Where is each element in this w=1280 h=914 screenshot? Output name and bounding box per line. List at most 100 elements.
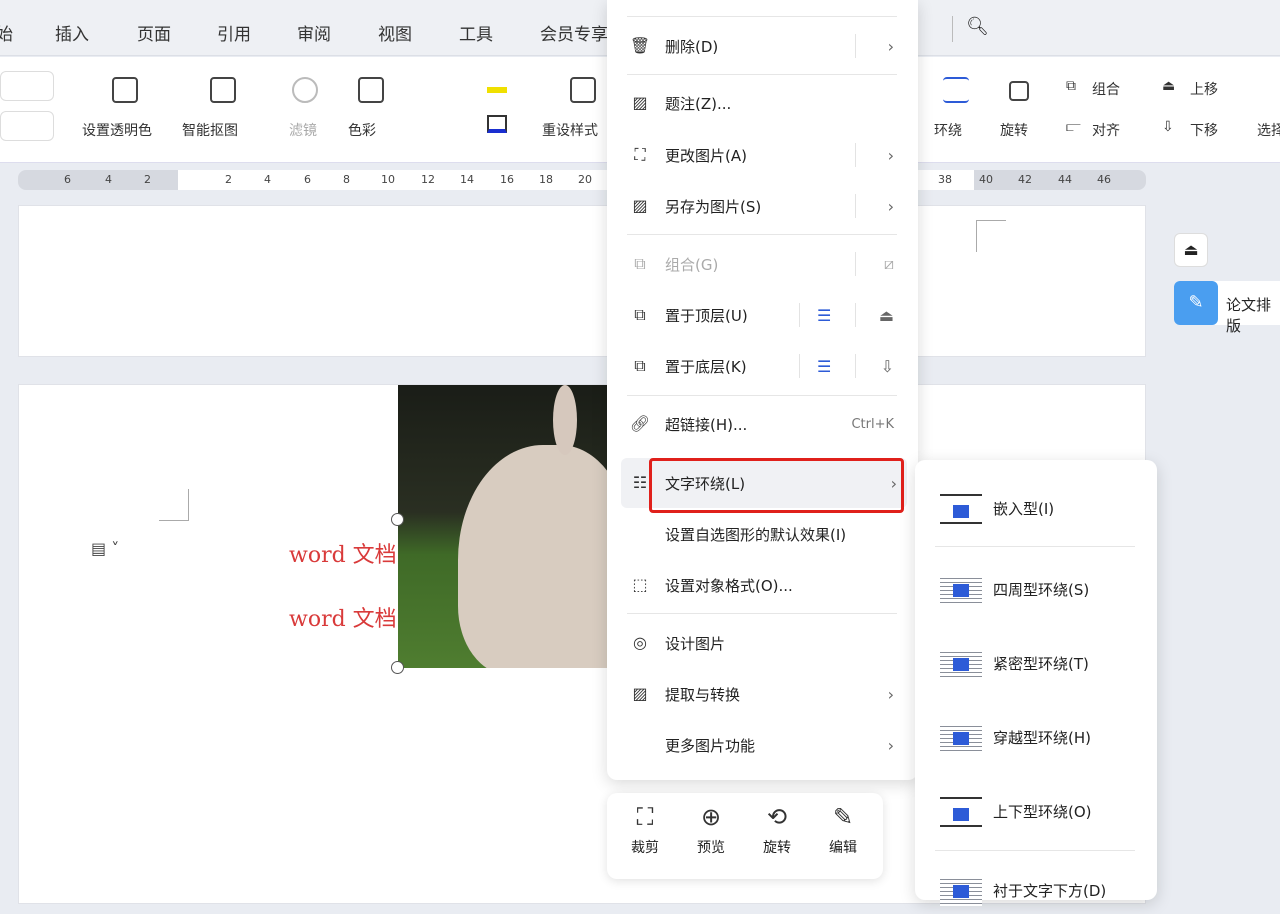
menu-item-hyperlink[interactable]: 🔗︎ 超链接(H)... Ctrl+K [607,404,918,444]
menu-item-save-as-image[interactable]: ▨ 另存为图片(S) › [607,186,918,226]
transparent-color-icon [112,77,138,103]
menu-item-design-image[interactable]: ◎ 设计图片 [607,623,918,663]
preview-button[interactable]: ⊕ 预览 [681,803,741,857]
menu-item-change-image[interactable]: ⛶ 更改图片(A) › [607,135,918,175]
menu-label: 置于顶层(U) [665,306,748,325]
menu-label: 组合(G) [665,255,719,274]
tab-member[interactable]: 会员专享 [540,20,608,45]
height-spinner[interactable] [0,111,54,141]
shortcut-label: Ctrl+K [851,416,894,432]
menu-item-more-image-features[interactable]: 更多图片功能 › [607,725,918,765]
image-quick-toolbar: ⛶ 裁剪 ⊕ 预览 ⟲ 旋转 ✎ 编辑 [607,793,883,879]
menu-item-text-wrap[interactable]: ☷ 文字环绕(L) › [621,458,907,513]
ruler-tick: 46 [1097,173,1111,186]
ruler-tick: 14 [460,173,474,186]
wrap-behind-text[interactable]: 衬于文字下方(D) [915,864,1157,914]
crop-label: 裁剪 [631,840,659,856]
rotate-label: 旋转 [763,840,791,856]
menu-item-group[interactable]: ⧉ 组合(G) ⧄ [607,244,918,284]
wrap-tight[interactable]: 紧密型环绕(T) [915,637,1157,687]
search-icon[interactable]: 🔍︎ [966,16,989,37]
resize-handle[interactable] [391,513,404,526]
ruler-tick: 20 [578,173,592,186]
menu-item-extract-convert[interactable]: ▨ 提取与转换 › [607,674,918,714]
paragraph-layout-icon[interactable]: ▤ ˅ [91,539,119,558]
image-caption-icon: ▨ [632,93,648,112]
edit-label: 编辑 [829,840,857,856]
send-below-text-icon[interactable]: ☰ [817,357,831,376]
wrap-button[interactable]: 环绕 [934,120,962,140]
bring-front-icon: ⧉ [634,305,646,324]
ruler-tick: 38 [938,173,952,186]
ruler-tick: 40 [979,173,993,186]
edit-image-icon: ✎ [832,803,854,831]
menu-label: 更改图片(A) [665,146,747,165]
wrap-icon [943,77,969,103]
menu-label: 题注(Z)... [665,94,732,113]
submenu-label: 四周型环绕(S) [993,581,1090,599]
horizontal-ruler[interactable]: 6 4 2 2 4 6 8 10 12 14 16 18 20 38 40 42… [18,170,1146,190]
rabbit-image[interactable] [398,385,608,668]
menu-item-default-shape-effect[interactable]: 设置自选图形的默认效果(I) [607,514,918,554]
send-backward-icon[interactable]: ⇩ [881,357,894,376]
move-down-button[interactable]: 下移 [1190,120,1218,140]
change-image-icon: ⛶ [634,145,646,164]
rotate-icon [1009,81,1029,101]
move-down-icon: ⇩ [1162,119,1174,135]
tab-review[interactable]: 审阅 [297,20,331,45]
bring-forward-icon[interactable]: ⏏ [879,306,894,325]
menu-item-send-to-back[interactable]: ⧉ 置于底层(K) ☰ ⇩ [607,346,918,386]
wrap-behind-icon [940,876,982,906]
wrap-top-bottom[interactable]: 上下型环绕(O) [915,785,1157,835]
ruler-tick: 44 [1058,173,1072,186]
divider [952,16,953,42]
rotate-button[interactable]: 旋转 [1000,120,1028,140]
wrap-square[interactable]: 四周型环绕(S) [915,563,1157,613]
align-button[interactable]: 对齐 [1092,120,1120,140]
menu-item-delete[interactable]: 🗑︎ 删除(D) › [607,26,918,66]
menu-label: 超链接(H)... [665,415,748,434]
move-up-icon: ⏏ [1162,78,1176,94]
set-transparent-button[interactable]: 设置透明色 [82,120,152,140]
color-icon [358,77,384,103]
tab-references[interactable]: 引用 [217,20,251,45]
wrap-inline[interactable]: 嵌入型(I) [915,482,1157,532]
menu-item-caption[interactable]: ▨ 题注(Z)... [607,83,918,123]
bring-above-text-icon[interactable]: ☰ [817,306,831,325]
collapse-icon[interactable]: ⏏ [1174,233,1208,267]
tab-tools[interactable]: 工具 [459,20,493,45]
filter-button[interactable]: 滤镜 [289,120,317,140]
wrap-square-icon [940,575,982,605]
tab-insert[interactable]: 插入 [55,20,89,45]
chevron-right-icon: › [887,735,894,755]
ruler-tick: 6 [64,173,71,186]
menu-item-bring-to-front[interactable]: ⧉ 置于顶层(U) ☰ ⏏ [607,295,918,335]
rotate-icon: ⟲ [766,803,788,831]
paper-layout-button[interactable]: ✎ 论文排版 [1174,281,1280,335]
resize-handle[interactable] [391,661,404,674]
align-icon: ⫍ [1066,119,1081,135]
group-button[interactable]: 组合 [1092,79,1120,99]
color-button[interactable]: 色彩 [348,120,376,140]
move-up-button[interactable]: 上移 [1190,79,1218,99]
doc-text-line[interactable]: word 文档 [289,537,397,569]
select-button[interactable]: 选择 [1257,120,1280,140]
crop-button[interactable]: ⛶ 裁剪 [615,803,675,857]
menu-label: 设计图片 [665,634,726,653]
width-spinner[interactable] [0,71,54,101]
fill-color-icon[interactable] [487,87,507,93]
border-color-icon[interactable] [487,115,507,133]
reset-style-button[interactable]: 重设样式 [542,120,598,140]
menu-label: 提取与转换 [665,685,741,704]
tab-view[interactable]: 视图 [378,20,412,45]
tab-page[interactable]: 页面 [137,20,171,45]
reset-style-icon [570,77,596,103]
tab-start[interactable]: 始 [0,20,13,45]
rotate-button[interactable]: ⟲ 旋转 [747,803,807,857]
ruler-tick: 8 [343,173,350,186]
doc-text-line[interactable]: word 文档 [289,601,397,633]
edit-button[interactable]: ✎ 编辑 [813,803,873,857]
menu-item-format-object[interactable]: ⬚ 设置对象格式(O)... [607,565,918,605]
smart-cutout-button[interactable]: 智能抠图 [182,120,238,140]
wrap-through[interactable]: 穿越型环绕(H) [915,711,1157,761]
